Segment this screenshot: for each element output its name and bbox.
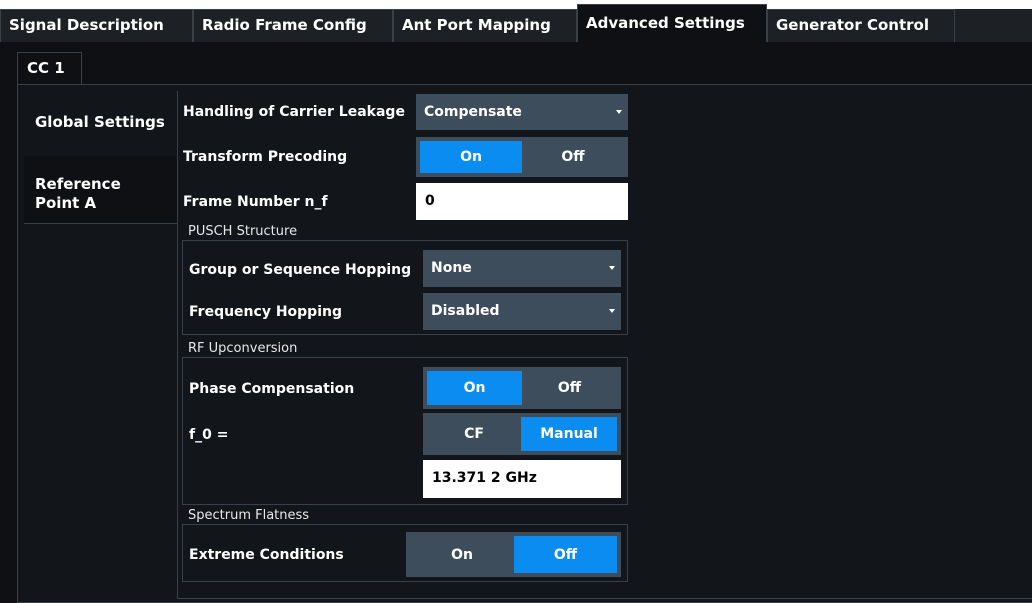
f0-cf-button[interactable]: CF: [427, 417, 521, 451]
frequency-hopping-dropdown[interactable]: Disabled: [423, 293, 621, 330]
tab-ant-port-mapping[interactable]: Ant Port Mapping: [393, 9, 577, 42]
tab-bar: Signal Description Radio Frame Config An…: [0, 0, 1032, 44]
frame-number-label: Frame Number n_f: [183, 194, 328, 210]
chevron-down-icon: [616, 110, 622, 114]
transform-precoding-toggle: On Off: [416, 137, 628, 177]
tab-signal-description[interactable]: Signal Description: [0, 9, 193, 42]
extreme-conditions-label: Extreme Conditions: [189, 547, 344, 563]
transform-precoding-off-button[interactable]: Off: [522, 141, 624, 173]
f0-frequency-input[interactable]: 13.371 2 GHz: [423, 460, 621, 498]
tab-generator-control[interactable]: Generator Control: [767, 9, 955, 42]
pusch-structure-heading: PUSCH Structure: [188, 224, 298, 239]
side-tab-label: Global Settings: [35, 113, 165, 131]
phase-compensation-on-button[interactable]: On: [427, 371, 522, 405]
frame-number-input[interactable]: 0: [416, 183, 628, 220]
tab-bar-filler: [955, 9, 1032, 42]
transform-precoding-label: Transform Precoding: [183, 149, 348, 165]
rf-upconversion-heading: RF Upconversion: [188, 341, 298, 356]
tab-cc1[interactable]: CC 1: [17, 52, 82, 85]
f0-mode-toggle: CF Manual: [423, 413, 621, 455]
tab-advanced-settings[interactable]: Advanced Settings: [577, 4, 767, 42]
extreme-conditions-on-button[interactable]: On: [410, 536, 514, 573]
group-hopping-value: None: [431, 260, 472, 276]
phase-compensation-off-button[interactable]: Off: [522, 371, 617, 405]
chevron-down-icon: [609, 266, 615, 270]
frequency-hopping-value: Disabled: [431, 303, 500, 319]
transform-precoding-on-button[interactable]: On: [420, 141, 522, 173]
side-tab-global-settings[interactable]: Global Settings: [24, 91, 178, 156]
phase-compensation-label: Phase Compensation: [189, 381, 355, 397]
side-tab-label: Reference Point A: [35, 175, 121, 212]
tab-radio-frame-config[interactable]: Radio Frame Config: [193, 9, 393, 42]
carrier-leakage-value: Compensate: [424, 104, 522, 120]
side-tab-reference-point-a[interactable]: Reference Point A: [24, 156, 178, 224]
phase-compensation-toggle: On Off: [423, 367, 621, 409]
frequency-hopping-label: Frequency Hopping: [189, 304, 342, 320]
spectrum-flatness-heading: Spectrum Flatness: [188, 508, 310, 523]
f0-manual-button[interactable]: Manual: [521, 417, 617, 451]
carrier-leakage-dropdown[interactable]: Compensate: [416, 94, 628, 130]
group-hopping-label: Group or Sequence Hopping: [189, 262, 412, 278]
chevron-down-icon: [609, 309, 615, 313]
group-hopping-dropdown[interactable]: None: [423, 250, 621, 287]
f0-label: f_0 =: [189, 427, 229, 443]
extreme-conditions-off-button[interactable]: Off: [514, 536, 617, 573]
extreme-conditions-toggle: On Off: [406, 532, 621, 577]
carrier-leakage-label: Handling of Carrier Leakage: [183, 104, 405, 120]
